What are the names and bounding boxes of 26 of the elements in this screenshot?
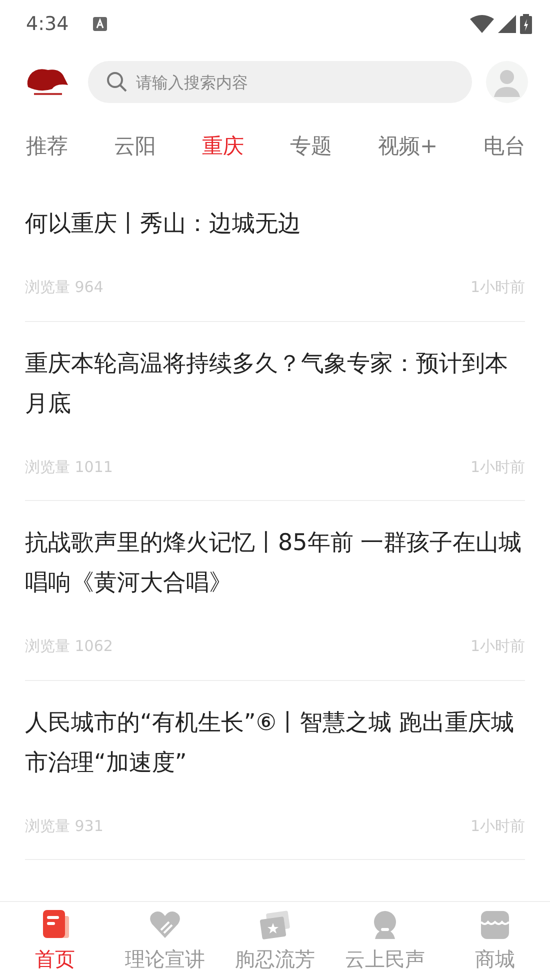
signal-icon — [498, 15, 516, 33]
nav-tab[interactable]: 理论宣讲 — [110, 902, 220, 979]
article-title[interactable]: 人民城市的“有机生长”⑥丨智慧之城 跑出重庆城市治理“加速度” — [25, 702, 525, 782]
keyboard-icon — [92, 17, 107, 31]
ticket-icon — [259, 910, 291, 940]
article-title[interactable]: 何以重庆丨秀山：边城无边 — [25, 204, 525, 244]
battery-icon — [520, 14, 532, 34]
status-time: 4:34 — [26, 12, 69, 37]
avatar-icon[interactable] — [486, 61, 528, 103]
logo-icon — [26, 67, 68, 97]
nav-tab[interactable]: 商城 — [440, 902, 550, 979]
article-title[interactable]: 重庆本轮高温将持续多久？气象专家：预计到本月底 — [25, 344, 525, 424]
category-tab[interactable]: 重庆 — [202, 131, 244, 163]
category-tab[interactable]: 专题 — [290, 131, 332, 163]
nav-tab[interactable]: 云上民声 — [330, 902, 440, 979]
heart-handshake-icon — [149, 910, 181, 940]
category-tab[interactable]: 电台 — [484, 131, 526, 163]
nav-tab[interactable]: 首页 — [0, 902, 110, 979]
category-tab[interactable]: 云阳 — [114, 131, 156, 163]
category-tab[interactable]: 推荐 — [26, 131, 68, 163]
store-icon — [479, 910, 511, 940]
article-title[interactable]: 抗战歌声里的烽火记忆丨85年前 一群孩子在山城唱响《黄河大合唱》 — [25, 523, 525, 603]
category-tab[interactable]: 视频+ — [378, 131, 438, 163]
search-field[interactable]: 请输入搜索内容 — [88, 61, 472, 103]
nav-tab[interactable]: 朐忍流芳 — [220, 902, 330, 979]
wifi-icon — [470, 15, 494, 33]
